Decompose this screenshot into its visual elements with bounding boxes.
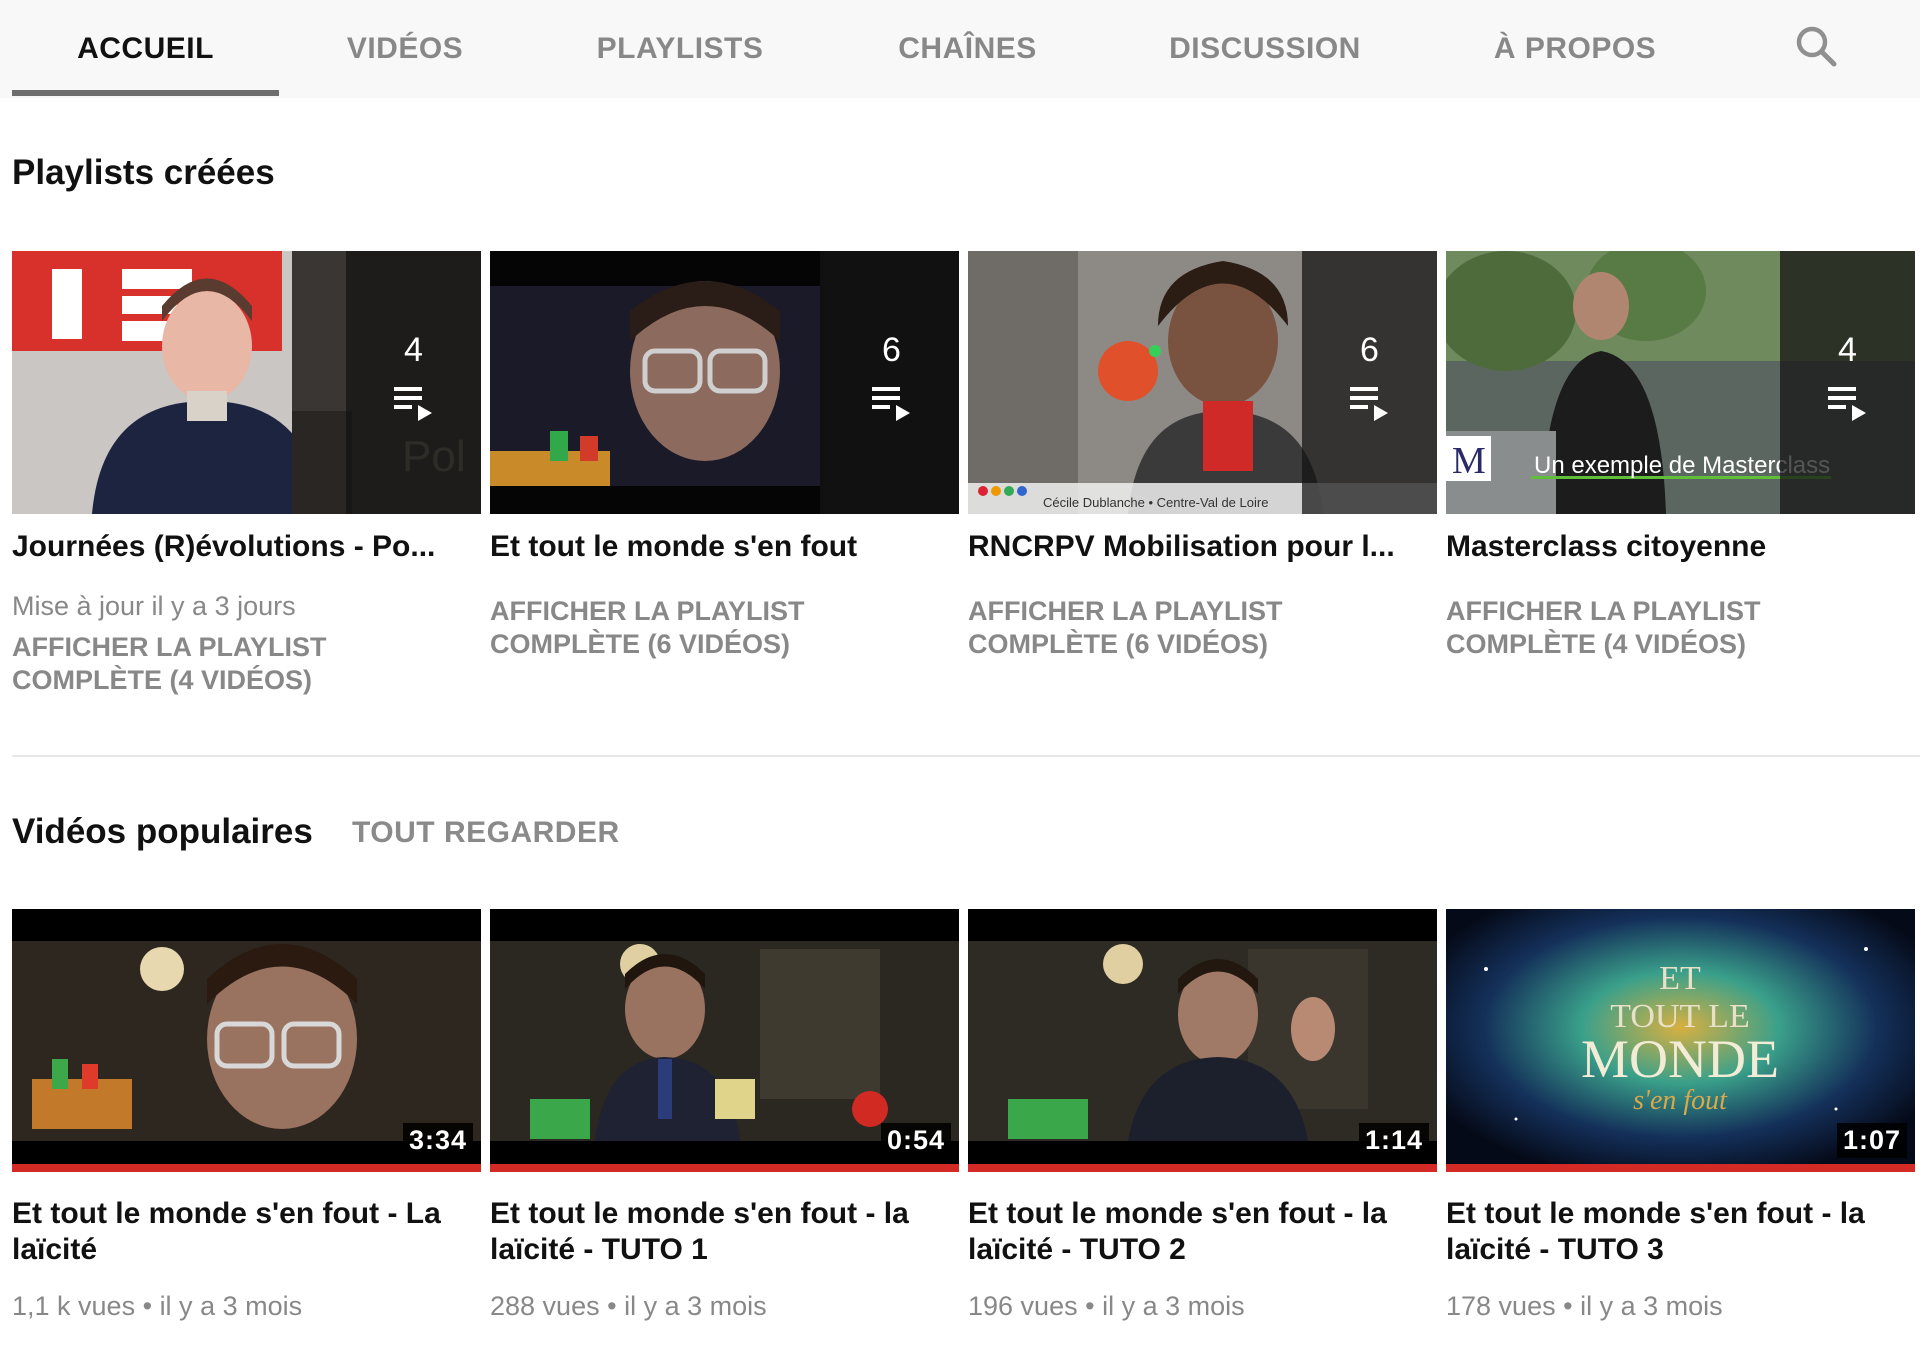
playlist-video-count: 6 <box>882 331 901 369</box>
video-thumbnail[interactable]: ET TOUT LE MONDE s'en fout 1:07 <box>1446 909 1915 1172</box>
video-duration: 1:07 <box>1836 1123 1907 1158</box>
tab-label: PLAYLISTS <box>596 32 764 65</box>
view-full-playlist-link[interactable]: AFFICHER LA PLAYLIST COMPLÈTE (4 VIDÉOS) <box>1446 595 1915 661</box>
watch-progress-bar <box>968 1164 1437 1172</box>
tab-chaines[interactable]: CHAÎNES <box>880 0 1055 98</box>
video-views: 178 vues <box>1446 1291 1556 1321</box>
thumbnail-caption: Cécile Dublanche • Centre-Val de Loire <box>1043 495 1268 510</box>
section-title-popular-videos: Vidéos populaires <box>12 812 313 851</box>
tab-label: VIDÉOS <box>346 32 464 65</box>
tab-label: DISCUSSION <box>1169 32 1361 65</box>
section-divider <box>12 755 1920 757</box>
tab-a-propos[interactable]: À PROPOS <box>1480 0 1670 98</box>
playlist-count-overlay: 4 <box>346 251 481 514</box>
playlist-title[interactable]: RNCRPV Mobilisation pour l... <box>968 529 1428 565</box>
video-thumbnail[interactable]: 0:54 <box>490 909 959 1172</box>
playlist-count-overlay: 6 <box>824 251 959 514</box>
view-full-playlist-link[interactable]: AFFICHER LA PLAYLIST COMPLÈTE (6 VIDÉOS) <box>968 595 1437 661</box>
search-icon[interactable] <box>1792 22 1842 72</box>
video-title[interactable]: Et tout le monde s'en fout - la laïcité … <box>1446 1196 1906 1268</box>
channel-tab-bar: ACCUEIL VIDÉOS PLAYLISTS CHAÎNES DISCUSS… <box>0 0 1920 98</box>
thumbnail-text-line: ET <box>1659 960 1701 997</box>
section-title-playlists: Playlists créées <box>12 153 275 192</box>
video-age: il y a 3 mois <box>624 1291 767 1321</box>
tab-videos[interactable]: VIDÉOS <box>320 0 490 98</box>
tab-label: À PROPOS <box>1493 32 1657 65</box>
video-views: 1,1 k vues <box>12 1291 136 1321</box>
playlist-count-overlay: 6 <box>1302 251 1437 514</box>
tab-label: ACCUEIL <box>77 32 214 65</box>
video-duration: 3:34 <box>402 1123 473 1158</box>
video-meta: 178 vues • il y a 3 mois <box>1446 1291 1723 1322</box>
playlist-video-count: 4 <box>1838 331 1857 369</box>
playlist-thumbnail[interactable]: Pol 4 <box>12 251 481 514</box>
video-title[interactable]: Et tout le monde s'en fout - la laïcité … <box>968 1196 1428 1268</box>
watch-progress-bar <box>490 1164 959 1172</box>
playlist-thumbnail[interactable]: Cécile Dublanche • Centre-Val de Loire 6 <box>968 251 1437 514</box>
watch-progress-bar <box>1446 1164 1915 1172</box>
meta-separator: • <box>1085 1291 1095 1321</box>
video-age: il y a 3 mois <box>1102 1291 1245 1321</box>
thumbnail-logo: M <box>1452 440 1486 482</box>
tab-discussion[interactable]: DISCUSSION <box>1160 0 1370 98</box>
playlist-title[interactable]: Masterclass citoyenne <box>1446 529 1906 565</box>
video-title[interactable]: Et tout le monde s'en fout - La laïcité <box>12 1196 472 1268</box>
video-thumbnail[interactable]: 1:14 <box>968 909 1437 1172</box>
tab-accueil[interactable]: ACCUEIL <box>12 0 279 98</box>
video-title[interactable]: Et tout le monde s'en fout - la laïcité … <box>490 1196 950 1268</box>
playlist-icon <box>394 387 432 421</box>
playlist-title[interactable]: Journées (R)évolutions - Po... <box>12 529 472 565</box>
playlist-thumbnail[interactable]: 6 <box>490 251 959 514</box>
playlist-icon <box>1828 387 1866 421</box>
video-views: 196 vues <box>968 1291 1078 1321</box>
video-duration: 1:14 <box>1358 1123 1429 1158</box>
playlist-updated: Mise à jour il y a 3 jours <box>12 591 296 621</box>
playlist-thumbnail[interactable]: M Un exemple de Masterclass 4 <box>1446 251 1915 514</box>
video-thumbnail[interactable]: 3:34 <box>12 909 481 1172</box>
view-full-playlist-link[interactable]: AFFICHER LA PLAYLIST COMPLÈTE (4 VIDÉOS) <box>12 631 481 697</box>
thumbnail-text-line: MONDE <box>1581 1029 1779 1089</box>
view-full-playlist-link[interactable]: AFFICHER LA PLAYLIST COMPLÈTE (6 VIDÉOS) <box>490 595 959 661</box>
playlist-video-count: 6 <box>1360 331 1379 369</box>
playlist-count-overlay: 4 <box>1780 251 1915 514</box>
watch-progress-bar <box>12 1164 481 1172</box>
meta-separator: • <box>607 1291 617 1321</box>
meta-separator: • <box>1563 1291 1573 1321</box>
playlist-video-count: 4 <box>404 331 423 369</box>
video-duration: 0:54 <box>880 1123 951 1158</box>
video-age: il y a 3 mois <box>1580 1291 1723 1321</box>
playlist-title[interactable]: Et tout le monde s'en fout <box>490 529 950 565</box>
see-all-button[interactable]: TOUT REGARDER <box>352 816 620 850</box>
thumbnail-text-line: s'en fout <box>1633 1085 1728 1116</box>
playlist-icon <box>872 387 910 421</box>
video-meta: 196 vues • il y a 3 mois <box>968 1291 1245 1322</box>
video-age: il y a 3 mois <box>159 1291 303 1321</box>
video-meta: 288 vues • il y a 3 mois <box>490 1291 767 1322</box>
tab-label: CHAÎNES <box>898 32 1037 65</box>
tab-playlists[interactable]: PLAYLISTS <box>580 0 780 98</box>
video-views: 288 vues <box>490 1291 600 1321</box>
active-tab-indicator <box>12 90 279 96</box>
video-meta: 1,1 k vues • il y a 3 mois <box>12 1291 302 1322</box>
meta-separator: • <box>142 1291 153 1321</box>
playlist-icon <box>1350 387 1388 421</box>
